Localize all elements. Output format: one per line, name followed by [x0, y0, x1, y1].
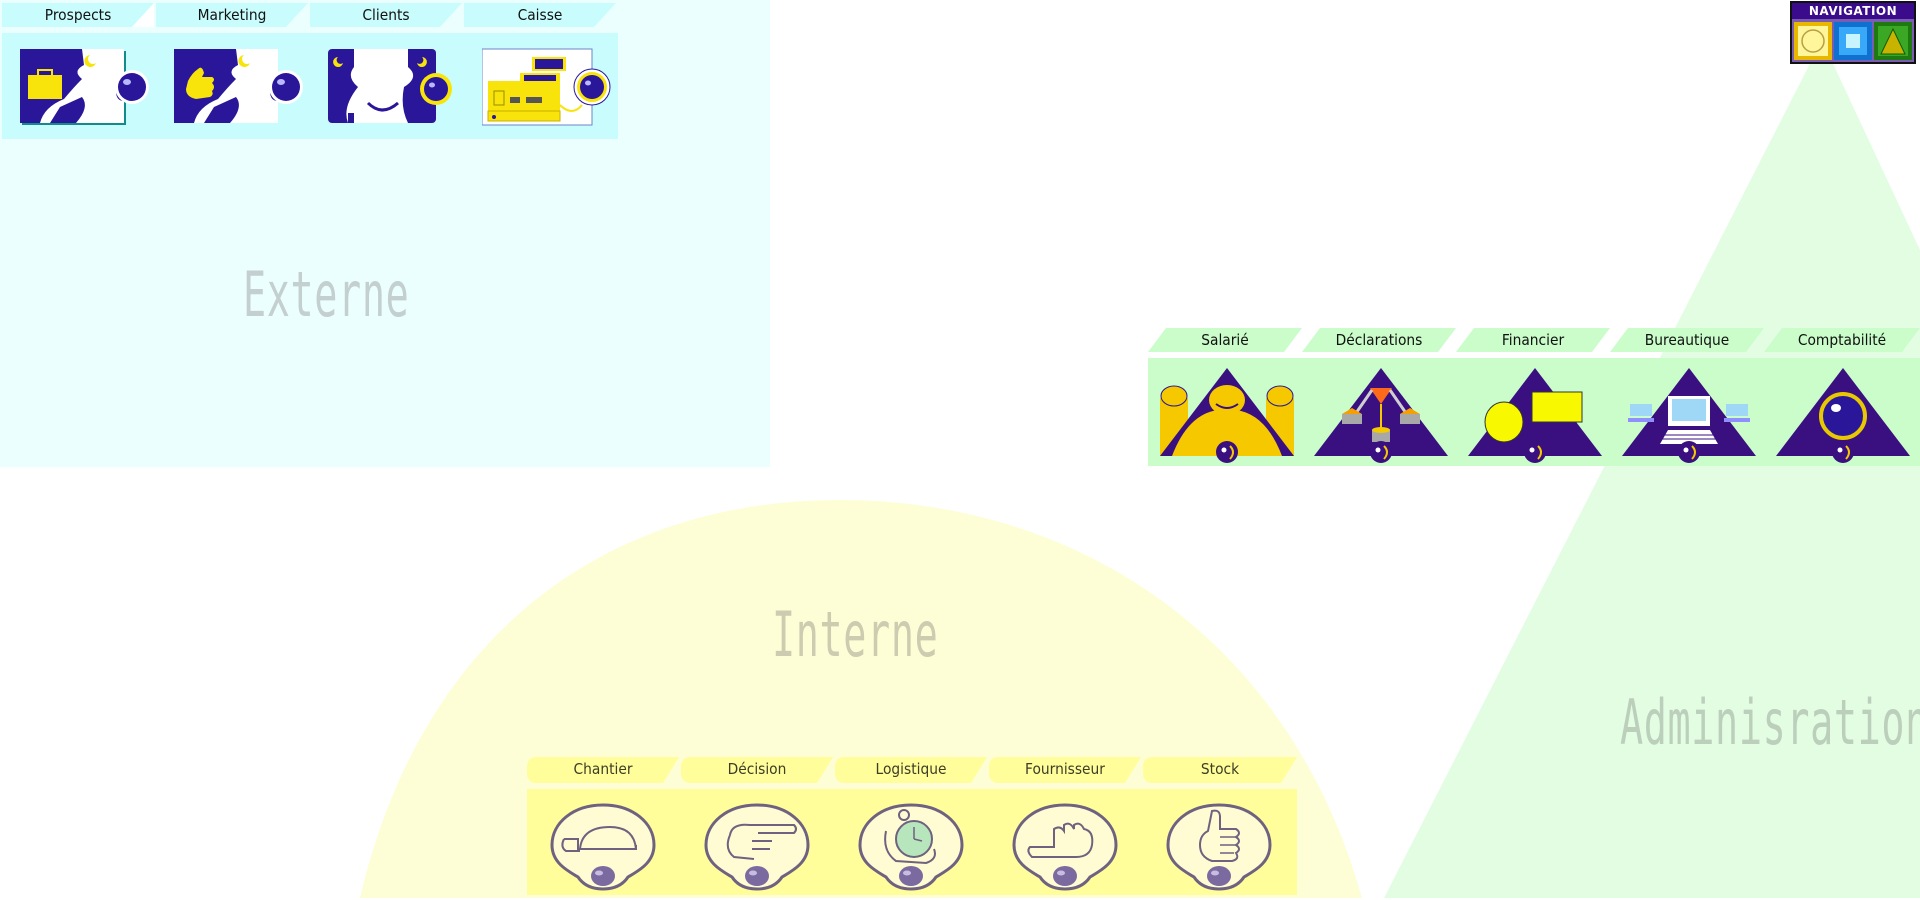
tab-clients[interactable]: Clients	[310, 3, 462, 27]
tab-fournisseur[interactable]: Fournisseur	[989, 757, 1141, 783]
interne-menu: Chantier Décision Logistique Fournisseur…	[527, 757, 1299, 897]
bureautique-button[interactable]	[1620, 366, 1758, 464]
employees-icon	[1160, 368, 1294, 463]
decision-button[interactable]	[702, 801, 812, 891]
finance-shapes-icon	[1468, 368, 1602, 463]
administration-icon-panel	[1148, 358, 1920, 466]
clients-button[interactable]	[328, 47, 462, 127]
chantier-button[interactable]	[548, 801, 658, 891]
stock-button[interactable]	[1164, 801, 1274, 891]
tab-declarations[interactable]: Déclarations	[1302, 328, 1456, 352]
logistique-button[interactable]	[856, 801, 966, 891]
fournisseur-button[interactable]	[1010, 801, 1120, 891]
cash-register-icon	[482, 48, 611, 126]
square-icon	[1834, 22, 1872, 60]
administration-menu: Salarié Déclarations Financier Bureautiq…	[1148, 328, 1920, 468]
hand-stopwatch-icon	[858, 803, 964, 891]
externe-zone-title: Externe	[243, 258, 410, 331]
tab-financier[interactable]: Financier	[1456, 328, 1610, 352]
caisse-button[interactable]	[482, 47, 616, 127]
declarations-button[interactable]	[1312, 366, 1450, 464]
pointing-hand-icon	[704, 803, 810, 891]
accounting-ring-icon	[1776, 368, 1910, 463]
salarie-button[interactable]	[1158, 366, 1296, 464]
briefcase-puzzle-icon	[20, 49, 149, 125]
nav-circle-button[interactable]	[1794, 22, 1832, 60]
nav-square-button[interactable]	[1834, 22, 1872, 60]
balance-scale-icon	[1314, 368, 1448, 463]
navigation-widget: NAVIGATION	[1790, 1, 1916, 64]
tab-prospects[interactable]: Prospects	[2, 3, 154, 27]
externe-icon-panel	[2, 33, 618, 139]
interne-zone-title: Interne	[772, 598, 939, 671]
financier-button[interactable]	[1466, 366, 1604, 464]
computer-icon	[1622, 368, 1756, 463]
tab-caisse[interactable]: Caisse	[464, 3, 616, 27]
hand-helmet-icon	[550, 803, 656, 891]
tab-salarie[interactable]: Salarié	[1148, 328, 1302, 352]
marketing-button[interactable]	[174, 47, 308, 127]
triangle-icon	[1874, 22, 1912, 60]
tab-comptabilite[interactable]: Comptabilité	[1764, 328, 1920, 352]
navigation-title: NAVIGATION	[1792, 3, 1914, 19]
administration-zone-title: Adminisration	[1620, 686, 1920, 759]
tab-logistique[interactable]: Logistique	[835, 757, 987, 783]
thumbs-up-puzzle-icon	[174, 49, 303, 123]
tab-decision[interactable]: Décision	[681, 757, 833, 783]
thumbs-up-icon	[1166, 803, 1272, 891]
interne-icon-panel	[527, 789, 1297, 895]
circle-icon	[1794, 22, 1832, 60]
nav-triangle-button[interactable]	[1874, 22, 1912, 60]
tab-chantier[interactable]: Chantier	[527, 757, 679, 783]
fist-hand-icon	[1012, 803, 1118, 891]
tab-marketing[interactable]: Marketing	[156, 3, 308, 27]
tab-bureautique[interactable]: Bureautique	[1610, 328, 1764, 352]
comptabilite-button[interactable]	[1774, 366, 1912, 464]
tab-stock[interactable]: Stock	[1143, 757, 1297, 783]
externe-menu: Prospects Marketing Clients Caisse	[2, 3, 622, 139]
handshake-puzzle-icon	[328, 49, 452, 123]
prospects-button[interactable]	[20, 47, 154, 127]
administration-zone	[1384, 40, 1920, 898]
